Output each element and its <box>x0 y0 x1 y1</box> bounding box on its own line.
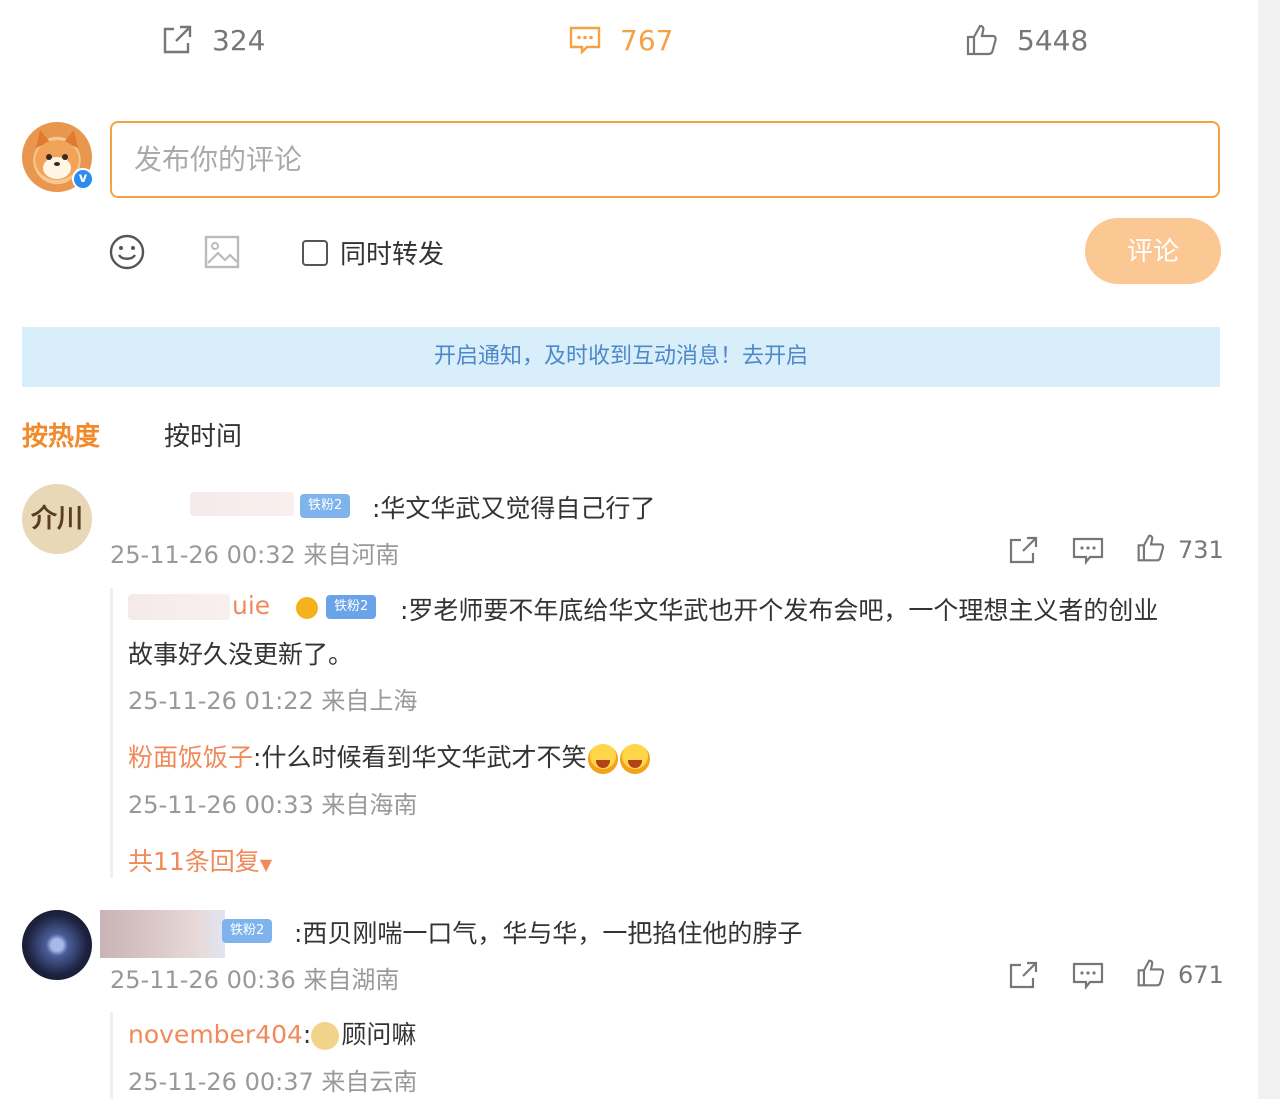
sync-repost-checkbox[interactable] <box>302 239 328 266</box>
fan-badge: 铁粉2 <box>222 919 273 943</box>
laughing-emoji-icon <box>588 744 619 774</box>
reply-line: 粉面饭饭子:什么时候看到华文华武才不笑 <box>128 738 651 774</box>
emoji-icon[interactable] <box>108 233 146 271</box>
thumbs-up-icon[interactable] <box>1136 958 1166 988</box>
reply-username[interactable]: november404 <box>128 1020 303 1049</box>
reply-rail <box>110 1012 113 1099</box>
thumbs-up-icon[interactable] <box>1136 533 1166 563</box>
comment-text: :西贝刚喘一口气，华与华，一把掐住他的脖子 <box>294 919 803 948</box>
repost-count: 324 <box>212 23 266 57</box>
verified-icon <box>296 597 318 619</box>
comment-count: 767 <box>620 23 674 57</box>
repost-icon[interactable] <box>1008 960 1040 990</box>
view-more-replies[interactable]: 共11条回复▼ <box>128 842 272 878</box>
reply-line: november404: 顾问嘛 <box>128 1015 416 1051</box>
reply-username[interactable]: 粉面饭饭子 <box>128 743 253 772</box>
reply-text: 顾问嘛 <box>341 1020 417 1049</box>
reply-meta: 25-11-26 01:22 来自上海 <box>128 687 418 715</box>
commenter-avatar[interactable]: 介川 <box>22 484 92 554</box>
redacted-username <box>128 594 230 620</box>
fan-badge: 铁粉2 <box>326 595 377 619</box>
comment-action[interactable]: 767 <box>568 20 673 60</box>
submit-comment-button[interactable]: 评论 <box>1085 218 1221 284</box>
repost-icon[interactable] <box>1008 535 1040 565</box>
reply-username[interactable]: uie <box>232 591 270 620</box>
notification-banner[interactable]: 开启通知，及时收到互动消息！去开启 <box>22 327 1220 387</box>
reply-text: :罗老师要不年底给华文华武也开个发布会吧，一个理想主义者的创业 <box>400 596 1159 625</box>
sync-repost-option[interactable]: 同时转发 <box>302 234 444 271</box>
redacted-username <box>100 910 225 958</box>
comment-meta: 25-11-26 00:36 来自湖南 <box>110 966 400 994</box>
like-count: 731 <box>1178 536 1224 564</box>
comment-icon <box>569 26 601 55</box>
comment-input[interactable] <box>110 121 1220 198</box>
reply-text-continued: 故事好久没更新了。 <box>128 640 354 669</box>
laughing-emoji-icon <box>620 744 651 774</box>
my-avatar[interactable]: v <box>22 122 94 192</box>
thumbs-up-icon <box>966 24 997 56</box>
like-count: 671 <box>1178 961 1224 989</box>
redacted-username <box>190 492 294 516</box>
caret-down-icon: ▼ <box>259 855 273 874</box>
repost-action[interactable]: 324 <box>160 20 265 60</box>
repost-icon <box>163 25 192 54</box>
sort-by-hot-tab[interactable]: 按热度 <box>22 416 100 453</box>
fan-badge: 铁粉2 <box>300 494 351 518</box>
like-count: 5448 <box>1017 23 1089 57</box>
sync-repost-label: 同时转发 <box>340 240 445 270</box>
reply-colon: : <box>302 1020 312 1049</box>
comment-text: :华文华武又觉得自己行了 <box>372 494 656 523</box>
comment-meta: 25-11-26 00:32 来自河南 <box>110 541 400 569</box>
reply-text: :什么时候看到华文华武才不笑 <box>253 743 587 772</box>
image-icon[interactable] <box>203 233 241 271</box>
comment-icon[interactable] <box>1072 535 1104 565</box>
more-replies-label: 共11条回复 <box>128 847 260 876</box>
reply-meta: 25-11-26 00:37 来自云南 <box>128 1068 418 1096</box>
cat-emoji-icon <box>311 1022 340 1050</box>
comment-icon[interactable] <box>1072 960 1104 990</box>
verified-badge-icon: v <box>72 168 94 190</box>
sort-by-time-tab[interactable]: 按时间 <box>164 416 242 453</box>
like-action[interactable]: 5448 <box>965 20 1088 60</box>
commenter-avatar[interactable] <box>22 910 92 980</box>
reply-rail <box>110 588 113 878</box>
right-edge-strip <box>1258 0 1280 1099</box>
reply-meta: 25-11-26 00:33 来自海南 <box>128 791 418 819</box>
